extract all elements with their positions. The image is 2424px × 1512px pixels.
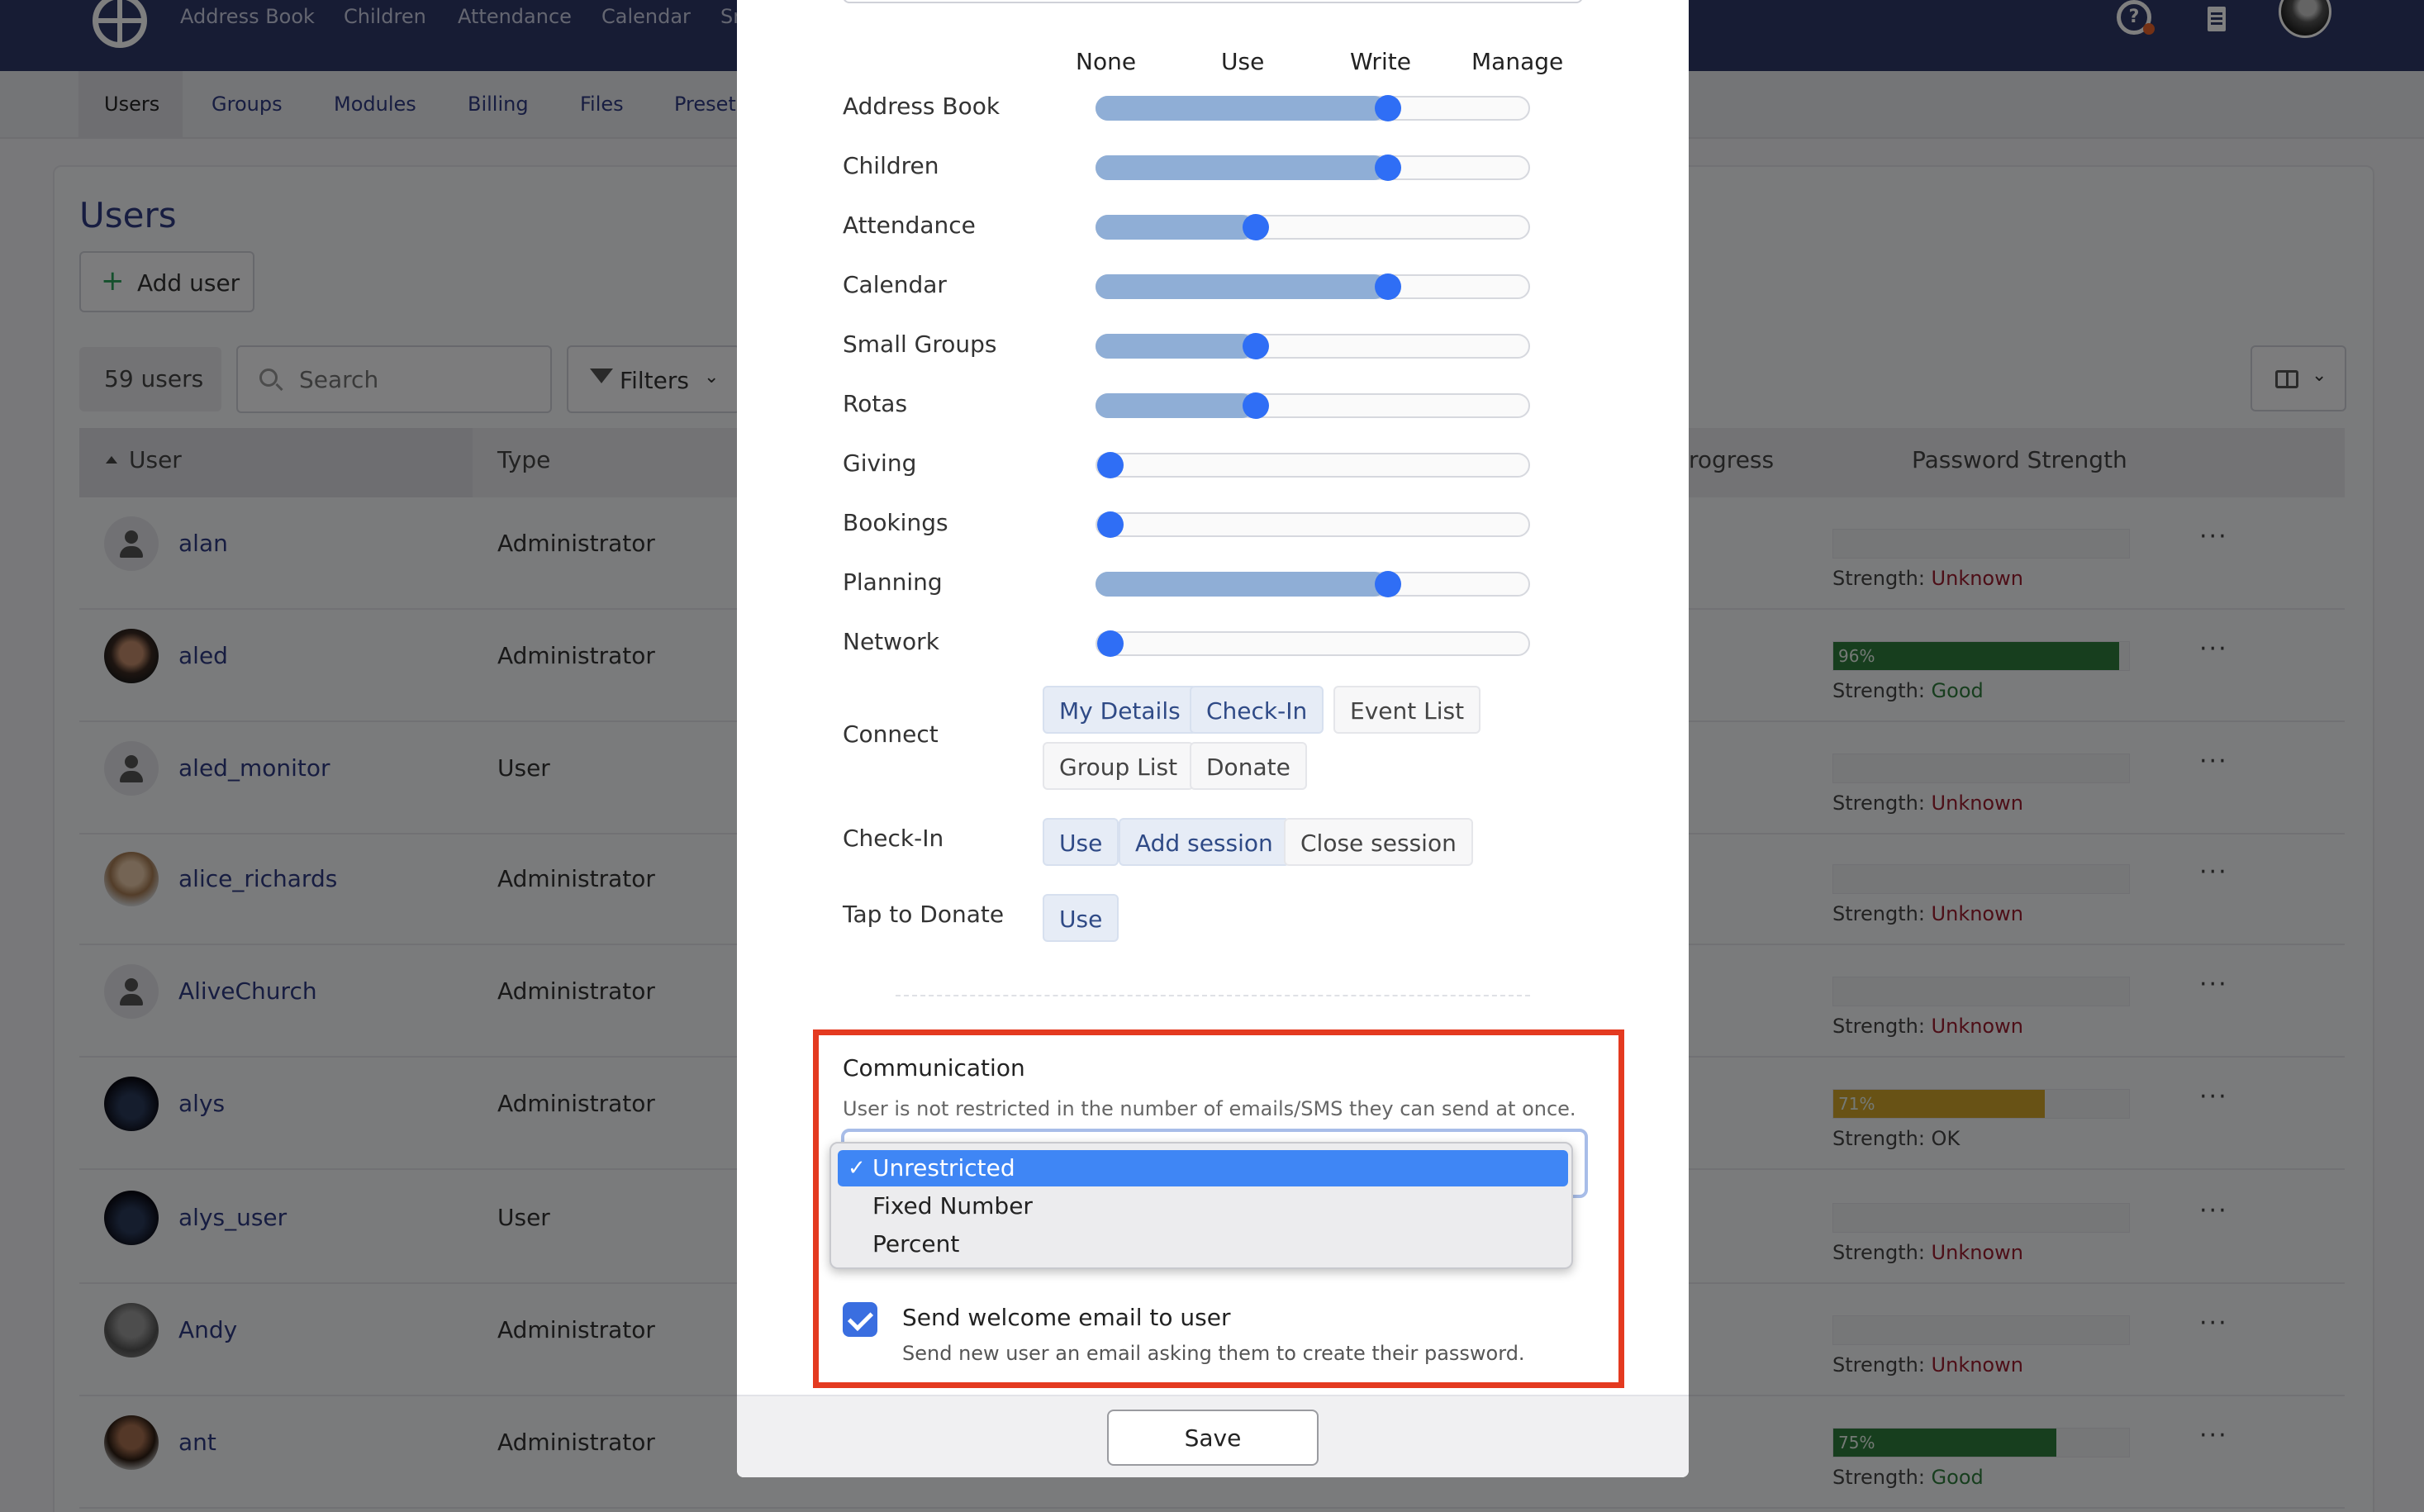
slider-fill — [1096, 334, 1254, 359]
permission-label: Small Groups — [843, 330, 997, 358]
permission-label: Planning — [843, 568, 943, 596]
slider-handle[interactable] — [1243, 214, 1269, 240]
slider-handle[interactable] — [1097, 511, 1124, 538]
permission-label: Network — [843, 628, 939, 655]
slider-fill — [1096, 572, 1386, 597]
slider-fill — [1096, 215, 1254, 240]
permission-chip[interactable]: Donate — [1190, 742, 1307, 790]
permission-chip[interactable]: Use — [1043, 818, 1119, 866]
permission-chip[interactable]: Close session — [1284, 818, 1473, 866]
permission-chip[interactable]: Add session — [1119, 818, 1290, 866]
permission-label: Rotas — [843, 390, 908, 417]
slider-handle[interactable] — [1375, 273, 1401, 300]
section-divider — [896, 995, 1530, 996]
slider-fill — [1096, 393, 1254, 418]
slider-handle[interactable] — [1375, 155, 1401, 181]
permission-label: Calendar — [843, 271, 947, 298]
level-header-manage: Manage — [1471, 48, 1564, 75]
permission-slider[interactable] — [1096, 155, 1530, 181]
permission-slider[interactable] — [1096, 452, 1530, 478]
permission-label: Children — [843, 152, 939, 179]
permission-slider[interactable] — [1096, 392, 1530, 419]
permission-chip[interactable]: My Details — [1043, 686, 1197, 734]
slider-handle[interactable] — [1243, 333, 1269, 359]
permission-chip[interactable]: Check-In — [1190, 686, 1324, 734]
checkin-label: Check-In — [843, 825, 944, 852]
level-header-write: Write — [1350, 48, 1411, 75]
connect-label: Connect — [843, 720, 939, 748]
level-header-none: None — [1076, 48, 1137, 75]
modal-top-field[interactable] — [843, 0, 1583, 3]
permission-slider[interactable] — [1096, 511, 1530, 538]
save-button[interactable]: Save — [1107, 1410, 1319, 1466]
permission-slider[interactable] — [1096, 214, 1530, 240]
slider-handle[interactable] — [1243, 392, 1269, 419]
permission-chip[interactable]: Event List — [1333, 686, 1481, 734]
permission-slider[interactable] — [1096, 95, 1530, 121]
tap-to-donate-label: Tap to Donate — [843, 901, 1005, 928]
slider-fill — [1096, 96, 1386, 121]
permission-label: Bookings — [843, 509, 948, 536]
permission-label: Giving — [843, 449, 917, 477]
slider-handle[interactable] — [1097, 630, 1124, 657]
permission-slider[interactable] — [1096, 571, 1530, 597]
permission-slider[interactable] — [1096, 273, 1530, 300]
permission-chip[interactable]: Group List — [1043, 742, 1195, 790]
slider-handle[interactable] — [1097, 452, 1124, 478]
modal-footer: Save — [737, 1395, 1689, 1477]
slider-handle[interactable] — [1375, 571, 1401, 597]
permission-chip[interactable]: Use — [1043, 894, 1119, 942]
slider-fill — [1096, 274, 1386, 299]
permission-slider[interactable] — [1096, 630, 1530, 657]
permission-label: Address Book — [843, 93, 1000, 120]
slider-fill — [1096, 155, 1386, 180]
permission-label: Attendance — [843, 212, 976, 239]
highlight-annotation-box — [813, 1029, 1624, 1388]
slider-handle[interactable] — [1375, 95, 1401, 121]
level-header-use: Use — [1221, 48, 1265, 75]
permission-slider[interactable] — [1096, 333, 1530, 359]
